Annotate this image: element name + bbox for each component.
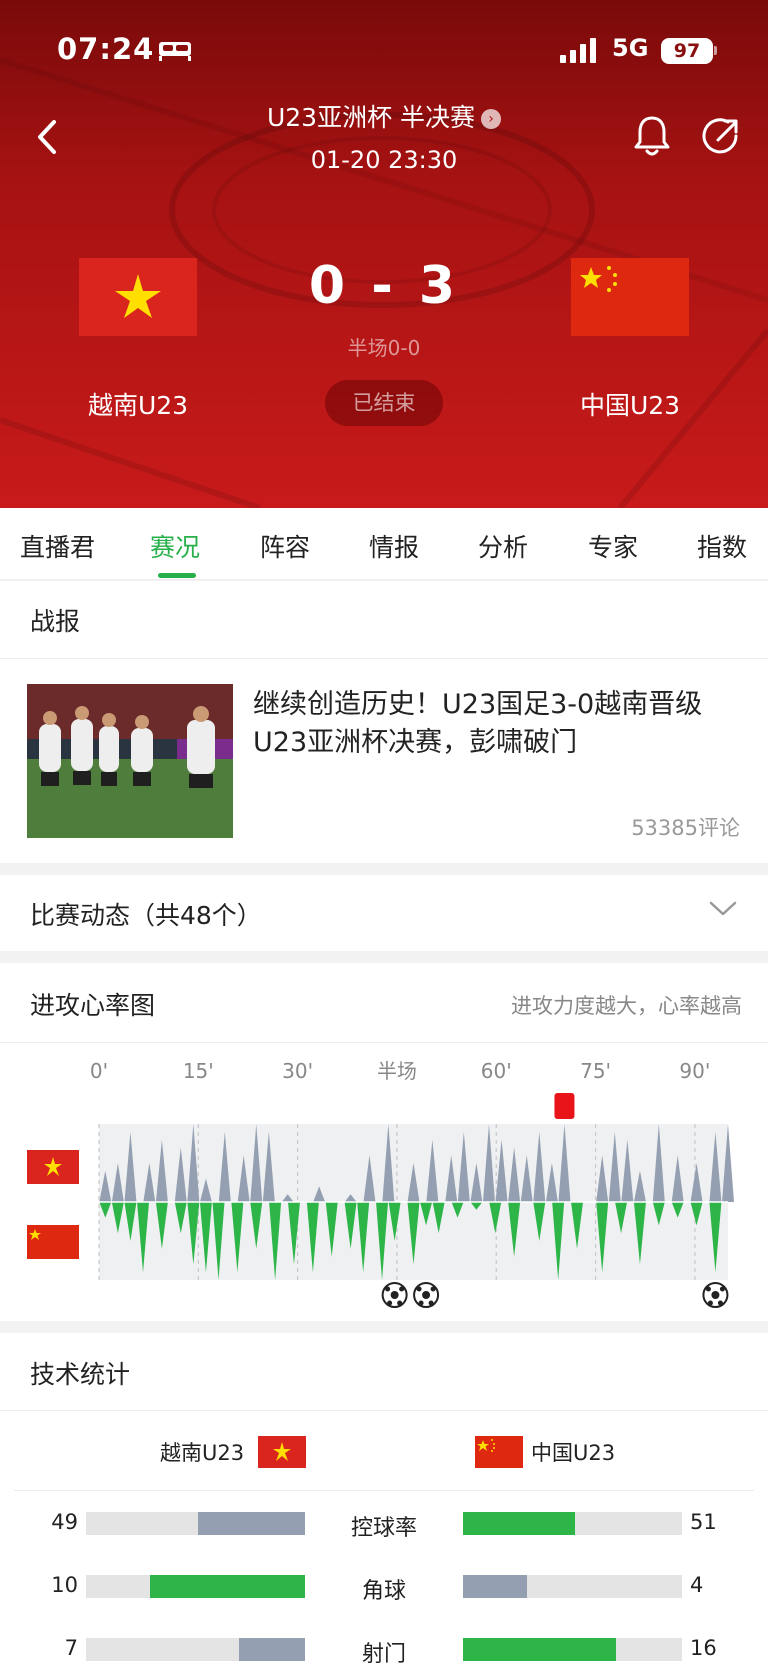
chart-tick-label: 60' [481, 1059, 512, 1083]
ball-patch [719, 1286, 725, 1292]
attack-heart-chart: 0' 15' 30' 半场 60' 75' 90' [27, 1059, 734, 1308]
stat-away-value: 16 [690, 1636, 717, 1660]
stat-row: 7 射门 16 [0, 1634, 768, 1663]
comment-count: 53385评论 [631, 816, 740, 840]
tab-odds[interactable]: 指数 [697, 528, 747, 564]
chart-tick-label: 0' [90, 1059, 108, 1083]
league-name: U23亚洲杯 半决赛 [266, 103, 476, 132]
stat-label: 射门 [361, 1642, 406, 1663]
chart-tick-label: 90' [679, 1059, 710, 1083]
battery-icon: 97 [661, 38, 713, 64]
stat-home-fill [239, 1638, 305, 1661]
tab-experts[interactable]: 专家 [588, 528, 638, 564]
tab-live[interactable]: 直播君 [20, 528, 95, 564]
stat-away-bar [463, 1638, 682, 1661]
ball-patch [399, 1286, 405, 1292]
ball-patch [428, 1300, 434, 1306]
stat-away-fill [463, 1638, 617, 1661]
tab-intel[interactable]: 情报 [369, 528, 419, 564]
stat-away-value: 51 [690, 1510, 717, 1534]
stat-home-bar [86, 1575, 305, 1598]
stats-title: 技术统计 [30, 1360, 131, 1389]
attack-chart-title: 进攻心率图 [30, 991, 156, 1020]
network-type: 5G [612, 34, 649, 62]
battery-tip [714, 46, 717, 55]
header-decoration [0, 57, 768, 508]
tab-analysis[interactable]: 分析 [478, 528, 528, 564]
stats-home-name: 越南U23 [160, 1441, 245, 1465]
news-headline[interactable]: 继续创造历史！U23国足3-0越南晋级U23亚洲杯决赛，彭啸破门 [253, 686, 743, 762]
ball-patch [385, 1286, 391, 1292]
stat-label: 角球 [361, 1579, 406, 1604]
china-flag-icon [475, 1436, 523, 1468]
sleep-mode-icon [159, 42, 191, 61]
dynamics-title: 比赛动态（共48个） [30, 901, 262, 930]
stat-home-value: 7 [64, 1636, 78, 1660]
stats-away-name: 中国U23 [531, 1441, 616, 1465]
away-score: 3 [418, 256, 460, 316]
share-icon[interactable] [698, 112, 742, 160]
ball-patch [387, 1300, 393, 1306]
stat-home-value: 10 [51, 1573, 78, 1597]
tab-lineup[interactable]: 阵容 [260, 528, 310, 564]
news-thumbnail[interactable] [27, 684, 233, 838]
attack-chart-subtitle: 进攻力度越大，心率越高 [511, 994, 742, 1018]
report-section-title: 战报 [30, 607, 81, 636]
ball-patch [416, 1286, 422, 1292]
active-tab-indicator [158, 573, 196, 578]
halftime-score: 半场0-0 [347, 336, 421, 360]
stat-away-fill [463, 1512, 575, 1535]
ball-patch [707, 1300, 713, 1306]
stat-home-value: 49 [51, 1510, 78, 1534]
home-team-name[interactable]: 越南U23 [58, 386, 218, 422]
chart-tick-label: 15' [183, 1059, 214, 1083]
stat-row: 49 控球率 51 [0, 1508, 768, 1541]
ball-patch [390, 1291, 399, 1299]
red-card-icon [554, 1093, 575, 1119]
chevron-right-icon: › [481, 109, 502, 129]
stat-row: 10 角球 4 [0, 1571, 768, 1604]
ball-patch [430, 1286, 436, 1292]
match-header: 07:24 5G 97 U23亚洲杯 半决赛 › 01-20 23:30 0 -… [0, 0, 768, 508]
stat-label: 控球率 [350, 1516, 417, 1541]
chevron-down-icon[interactable] [708, 898, 738, 918]
ball-patch [397, 1300, 403, 1306]
stat-home-bar [86, 1638, 305, 1661]
china-flag-icon [571, 258, 689, 336]
ball-patch [711, 1291, 720, 1299]
stat-away-fill [463, 1575, 527, 1598]
score-separator: - [371, 256, 397, 316]
away-team-name[interactable]: 中国U23 [550, 386, 710, 422]
tab-bar: 直播君 赛况 阵容 情报 分析 专家 指数 [0, 508, 768, 580]
status-time: 07:24 [57, 32, 155, 66]
stat-home-fill [149, 1575, 305, 1598]
stat-away-bar [463, 1575, 682, 1598]
bell-icon[interactable] [630, 112, 674, 160]
cellular-signal-icon [560, 38, 596, 63]
stat-home-bar [86, 1512, 305, 1535]
stat-home-fill [197, 1512, 305, 1535]
ball-patch [418, 1300, 424, 1306]
chart-tick-label: 30' [282, 1059, 313, 1083]
tab-overview[interactable]: 赛况 [150, 528, 200, 564]
ball-patch [717, 1300, 723, 1306]
divider [0, 1410, 768, 1411]
chart-tick-label: 75' [580, 1059, 611, 1083]
ball-patch [422, 1291, 431, 1299]
ball-patch [705, 1286, 711, 1292]
divider [14, 1490, 754, 1491]
vietnam-flag-icon [258, 1436, 306, 1468]
match-status-badge: 已结束 [325, 380, 443, 426]
stat-away-bar [463, 1512, 682, 1535]
divider [0, 1042, 768, 1043]
status-bar: 07:24 5G 97 [0, 30, 768, 74]
home-score: 0 [308, 256, 350, 316]
divider [0, 658, 768, 659]
stat-away-value: 4 [690, 1573, 704, 1597]
chart-tick-label: 半场 [377, 1059, 417, 1083]
